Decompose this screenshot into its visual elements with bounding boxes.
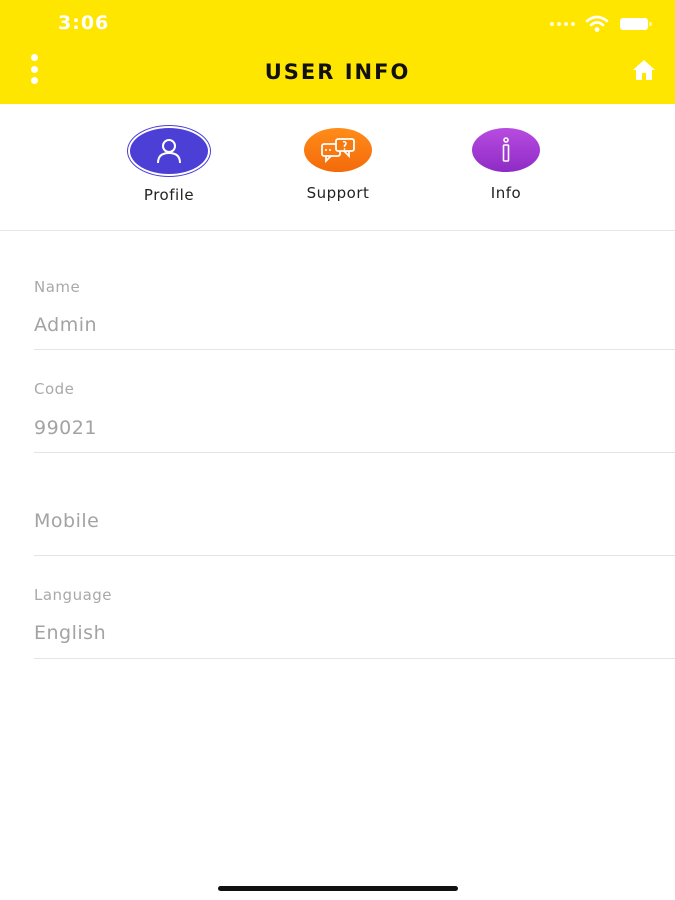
tab-bar: Profile Support Info — [0, 104, 675, 231]
header-bar: 3:06 USER INFO — [0, 0, 675, 104]
support-icon-circle — [304, 128, 372, 172]
user-icon — [157, 139, 181, 164]
home-icon — [633, 60, 655, 80]
chat-support-icon — [321, 138, 355, 164]
user-info-screen: 3:06 USER INFO Profile Support Info Name… — [0, 0, 675, 900]
code-label: Code — [34, 380, 75, 398]
tab-support-label: Support — [306, 184, 370, 202]
tab-support[interactable]: Support — [278, 128, 398, 202]
info-icon — [502, 137, 510, 162]
language-label: Language — [34, 586, 113, 604]
tab-info-label: Info — [490, 184, 522, 202]
status-icons — [550, 14, 653, 34]
language-value: English — [34, 622, 107, 644]
code-value: 99021 — [34, 417, 97, 439]
status-time: 3:06 — [58, 12, 110, 34]
code-field[interactable]: Code 99021 — [34, 372, 675, 453]
wifi-icon — [585, 15, 609, 32]
mobile-field[interactable]: Mobile — [34, 470, 675, 556]
name-value: Admin — [34, 314, 98, 336]
info-icon-circle — [472, 128, 540, 172]
home-indicator[interactable] — [218, 886, 458, 891]
battery-icon — [620, 18, 652, 30]
cellular-signal-icon — [550, 22, 575, 26]
home-button[interactable] — [631, 58, 657, 82]
tab-profile[interactable]: Profile — [109, 128, 229, 204]
mobile-placeholder: Mobile — [34, 510, 100, 532]
name-field[interactable]: Name Admin — [34, 270, 675, 350]
tab-profile-label: Profile — [143, 186, 195, 204]
page-title: USER INFO — [264, 60, 411, 84]
profile-icon-circle — [130, 128, 208, 174]
tab-info[interactable]: Info — [446, 128, 566, 202]
language-field[interactable]: Language English — [34, 578, 675, 659]
name-label: Name — [34, 278, 81, 296]
